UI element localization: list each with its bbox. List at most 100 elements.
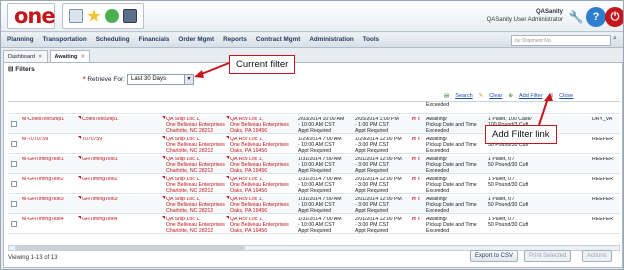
add-filter-icon: ⊕: [508, 93, 514, 99]
export-csv-button[interactable]: Export to CSV: [470, 250, 519, 262]
monitor-icon[interactable]: [123, 9, 137, 23]
cell-id[interactable]: M-ColesTestShip1: [22, 117, 64, 123]
power-icon[interactable]: ⏻: [605, 7, 623, 27]
cell-ref[interactable]: GHTimingTest4: [82, 217, 118, 223]
cell-line: Exceeded: [426, 207, 450, 214]
menu-contract-mgmt[interactable]: Contract Mgmt: [256, 36, 300, 43]
cell-line: Appt Required: [355, 147, 389, 154]
favorites-star-icon[interactable]: [87, 9, 101, 22]
table-row[interactable]: M-GHTimingTest4 GHTimingTest4 QA Ship Loc …: [8, 216, 620, 234]
cell-eq: REEFER: [592, 177, 614, 182]
clear-icon: ✎: [478, 93, 484, 99]
refresh-icon[interactable]: [105, 9, 119, 23]
menu-financials[interactable]: Financials: [139, 36, 170, 43]
retrieve-for-select[interactable]: Last 30 Days ▼: [127, 74, 194, 85]
cell-line: Exceeded: [426, 227, 450, 234]
cell-line: Oaks, PA 19456: [230, 147, 268, 154]
cell-status: Awaiting/Pickup Date and Time Exceeded: [426, 197, 477, 214]
chevron-down-icon[interactable]: ▼: [184, 75, 193, 84]
cell-marker-icon: [78, 136, 81, 139]
cell-load: 1 Pallet, 0 /50 Pound/30 Cuft: [488, 157, 528, 169]
search-icon[interactable]: ⌕: [613, 35, 622, 46]
print-selected-button[interactable]: Print Selected: [524, 250, 572, 262]
tab-awaiting[interactable]: Awaiting ✕: [49, 50, 90, 62]
table-row[interactable]: M-GHTimingTest2 GHTimingTest2 QA Ship Loc …: [8, 176, 620, 194]
cell-ht: H T: [412, 137, 421, 142]
cell-to: Oaks, PA 19456: [230, 102, 267, 103]
cell-eq: REEFER: [592, 157, 614, 162]
cell-load: 1 Pallet, 0 /50 Pound/30 Cuft: [488, 197, 528, 209]
cell-line: Oaks, PA 19456: [230, 102, 267, 103]
table-row[interactable]: M-GHTimingTest1 GHTimingTest1 QA Ship Loc …: [8, 156, 620, 174]
row-checkbox[interactable]: [11, 121, 17, 127]
cell-line: Appt Required: [298, 187, 332, 194]
cell-line: Charlotte, NC 28212: [166, 227, 214, 234]
cell-ref[interactable]: 7070759: [82, 137, 102, 143]
cell-marker-icon: [226, 196, 229, 199]
close-icon[interactable]: ✕: [38, 54, 43, 60]
cell-id[interactable]: M-GHTimingTest1: [22, 157, 64, 163]
shipment-search-input[interactable]: by Shipment No.: [511, 35, 611, 46]
retrieve-label: * Retrieve For:: [83, 76, 125, 83]
app-logo[interactable]: one: [7, 3, 56, 29]
cell-to: QA Rcv Loc 1, One Beliveau Enterprises Oak…: [230, 177, 289, 194]
row-checkbox[interactable]: [11, 181, 17, 187]
filters-title: Filters: [15, 66, 35, 73]
cell-id[interactable]: M-GHTimingTest4: [22, 217, 64, 223]
close-filter-link[interactable]: Close: [559, 93, 573, 99]
search-link[interactable]: Search: [455, 93, 472, 99]
cell-line: 50 Pound/30 Cuft: [488, 201, 529, 208]
cell-ht: H T: [412, 197, 421, 202]
menu-transportation[interactable]: Transportation: [43, 36, 87, 43]
menu-planning[interactable]: Planning: [7, 36, 34, 43]
table-row[interactable]: One Beliveau Enterprises Oaks, PA 19456 Ap…: [8, 102, 620, 114]
search-link-icon: ▤: [444, 93, 450, 99]
cell-ref[interactable]: GHTimingTest1: [82, 157, 118, 163]
cell-line: Charlotte, NC 28212: [166, 167, 214, 174]
scrollbar-thumb[interactable]: [15, 246, 245, 250]
row-checkbox[interactable]: [11, 141, 17, 147]
settings-wrench-icon[interactable]: 🔧: [566, 7, 586, 27]
dashboard-tab-label: Dashboard: [8, 53, 35, 60]
cell-ref[interactable]: GHTimingTest2: [82, 177, 118, 183]
cell-line: Appt Required: [298, 227, 332, 234]
cell-line: Oaks, PA 19456: [230, 167, 268, 174]
menu-administration[interactable]: Administration: [309, 36, 353, 43]
cell-ref[interactable]: ColesTestShip1: [82, 117, 118, 123]
actions-button[interactable]: Actions: [582, 250, 612, 262]
cell-id[interactable]: M-GHTimingTest2: [22, 177, 64, 183]
menu-tools[interactable]: Tools: [363, 36, 379, 43]
help-icon[interactable]: ?: [586, 7, 606, 27]
cell-line: Appt Required: [355, 167, 389, 174]
home-icon[interactable]: [69, 9, 83, 23]
clear-link[interactable]: Clear: [489, 93, 502, 99]
cell-line: Appt Required: [355, 227, 389, 234]
close-icon[interactable]: ✕: [80, 54, 85, 60]
cell-line: Exceeded: [426, 187, 450, 194]
tab-dashboard[interactable]: Dashboard ✕: [3, 50, 48, 62]
filters-header[interactable]: ⊟ Filters: [8, 65, 35, 73]
add-filter-link[interactable]: Add Filter: [519, 93, 543, 99]
cell-id[interactable]: M-GHTimingTest3: [22, 197, 64, 203]
cell-line: Appt Required: [298, 102, 331, 103]
awaiting-panel: ⊟ Filters * Retrieve For: Last 30 Days ▼ …: [3, 62, 623, 268]
row-checkbox[interactable]: [11, 221, 17, 227]
cell-line: 50 Pound/30 Cuft: [488, 221, 529, 228]
cell-del: 2/01/2014 12:00 PM - 3:00 PM CST Appt Requ…: [355, 197, 402, 214]
cell-ht: H T: [412, 217, 421, 222]
cell-line: Appt Required: [298, 207, 332, 214]
cell-ref[interactable]: GHTimingTest3: [82, 197, 118, 203]
cell-to: QA Rcv Loc 1, One Beliveau Enterprises Oak…: [230, 217, 289, 234]
menu-reports[interactable]: Reports: [223, 36, 247, 43]
cell-marker-icon: [226, 176, 229, 179]
logo-text: one: [14, 4, 56, 28]
menu-order-mgmt[interactable]: Order Mgmt: [178, 36, 214, 43]
row-checkbox[interactable]: [11, 161, 17, 167]
cell-id[interactable]: M-7070759: [22, 137, 48, 143]
row-checkbox[interactable]: [11, 201, 17, 207]
cell-marker-icon: [226, 156, 229, 159]
cell-to: QA Rcv Loc 1, One Beliveau Enterprises Oak…: [230, 137, 289, 154]
callout-current-filter: Current filter: [229, 55, 296, 74]
table-row[interactable]: M-GHTimingTest3 GHTimingTest3 QA Ship Loc …: [8, 196, 620, 214]
menu-scheduling[interactable]: Scheduling: [96, 36, 130, 43]
